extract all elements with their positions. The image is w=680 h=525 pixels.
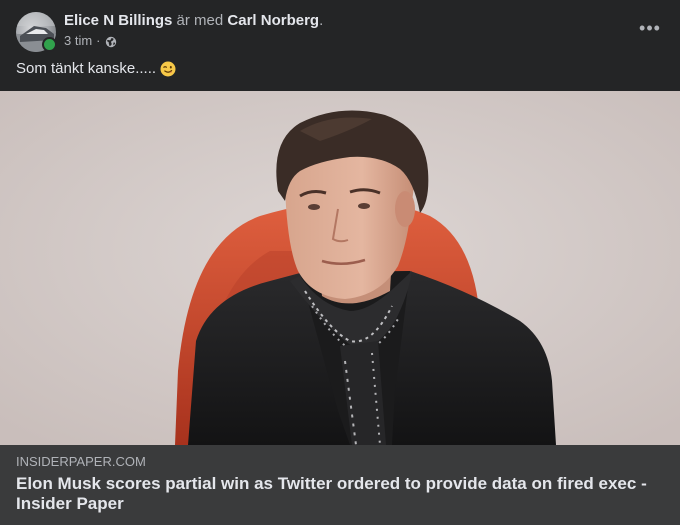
link-domain: INSIDERPAPER.COM <box>16 454 146 469</box>
post-header: Elice N Billings är med Carl Norberg. 3 … <box>64 11 323 50</box>
post-message-text: Som tänkt kanske..... <box>16 60 157 77</box>
link-preview-footer[interactable]: INSIDERPAPER.COM Elon Musk scores partia… <box>0 445 680 525</box>
post-message: Som tänkt kanske..... <box>16 59 176 79</box>
globe-icon[interactable] <box>105 35 117 48</box>
author-name-link[interactable]: Elice N Billings <box>64 12 172 29</box>
author-line: Elice N Billings är med Carl Norberg. <box>64 11 323 31</box>
news-photo-illustration <box>0 91 680 445</box>
more-options-icon: ••• <box>639 17 661 38</box>
online-status-dot <box>42 37 57 52</box>
more-options-button[interactable]: ••• <box>636 14 664 42</box>
winking-smile-emoji-icon <box>160 61 176 77</box>
tagged-person-link[interactable]: Carl Norberg <box>227 12 319 29</box>
link-title[interactable]: Elon Musk scores partial win as Twitter … <box>16 474 666 514</box>
period: . <box>319 12 324 29</box>
link-preview-image[interactable] <box>0 91 680 445</box>
post-meta: 3 tim · <box>64 32 323 50</box>
meta-separator: · <box>96 33 101 48</box>
feed-post: Elice N Billings är med Carl Norberg. 3 … <box>0 0 680 525</box>
with-text: är med <box>176 12 224 29</box>
timestamp-link[interactable]: 3 tim <box>64 32 92 50</box>
author-avatar-link[interactable] <box>16 12 57 52</box>
